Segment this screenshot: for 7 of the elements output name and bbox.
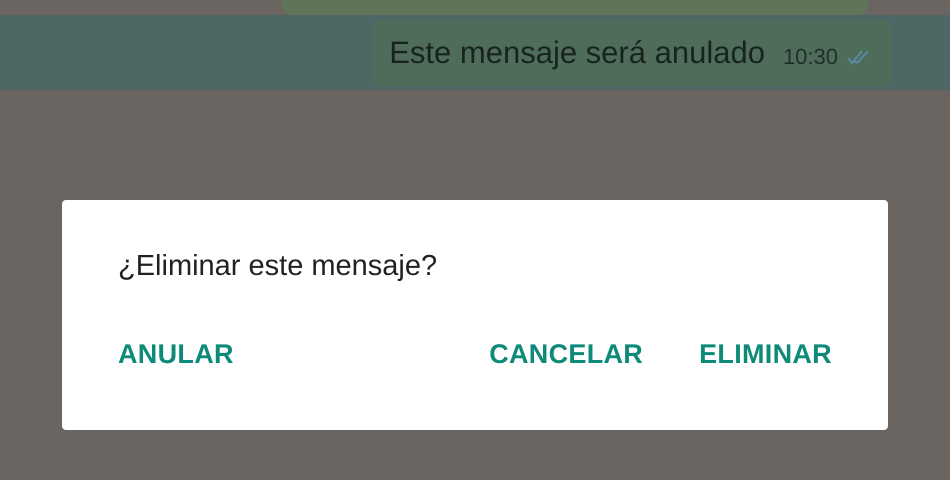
selected-message-row[interactable]: Este mensaje será anulado 10:30 [0,15,950,90]
dialog-button[interactable]: ANULAR [118,335,234,374]
message-time: 10:30 [782,44,838,70]
message-text: Este mensaje será anulado [389,34,765,72]
dialog-title: ¿Eliminar este mensaje? [118,250,438,283]
dialog-button[interactable]: ELIMINAR [699,335,832,374]
dialog-button[interactable]: CANCELAR [489,335,644,374]
